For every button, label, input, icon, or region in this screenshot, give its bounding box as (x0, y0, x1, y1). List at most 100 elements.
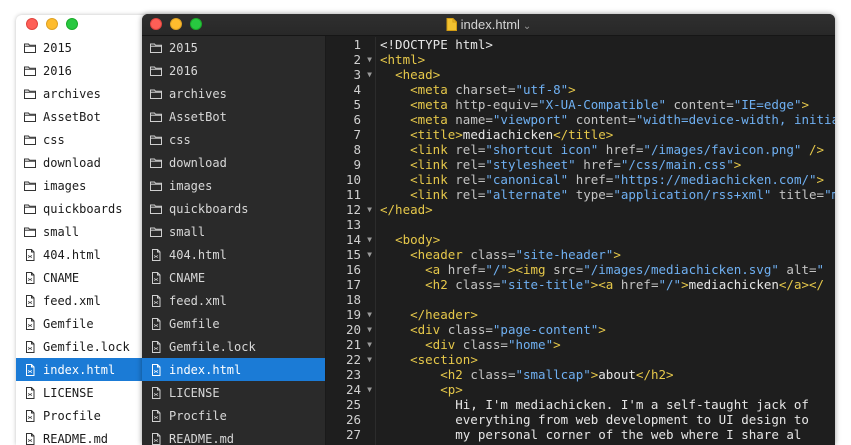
window-title[interactable]: index.html ⌄ (142, 17, 835, 34)
folder-icon (24, 180, 36, 192)
fold-arrow-icon[interactable]: ▼ (367, 352, 372, 367)
code-line[interactable]: <link rel="shortcut icon" href="/images/… (377, 142, 835, 157)
sidebar-folder-item[interactable]: AssetBot (142, 105, 325, 128)
code-line[interactable]: <header class="site-header"> (377, 247, 835, 262)
chevron-down-icon[interactable]: ⌄ (523, 21, 531, 32)
file-icon (24, 432, 36, 445)
sidebar-folder-item[interactable]: quickboards (142, 197, 325, 220)
sidebar-file-item[interactable]: index.html (142, 358, 325, 381)
code-line[interactable]: <meta http-equiv="X-UA-Compatible" conte… (377, 97, 835, 112)
sidebar-file-item[interactable]: Gemfile (142, 312, 325, 335)
sidebar-file-item[interactable]: README.md (142, 427, 325, 445)
zoom-button[interactable] (66, 18, 78, 30)
code-line[interactable]: <body> (377, 232, 835, 247)
sidebar-folder-item[interactable]: 2015 (142, 36, 325, 59)
sidebar-file-item[interactable]: LICENSE (142, 381, 325, 404)
code-token-attr: href= (575, 157, 621, 172)
line-number-text: 18 (345, 292, 361, 307)
fold-arrow-icon[interactable]: ▼ (367, 322, 372, 337)
sidebar-file-item[interactable]: CNAME (142, 266, 325, 289)
line-number-text: 1 (353, 37, 361, 52)
line-number: 24 ▼ (326, 382, 375, 397)
sidebar-file-item[interactable]: 404.html (142, 243, 325, 266)
code-line[interactable]: <link rel="alternate" type="application/… (377, 187, 835, 202)
code-editor[interactable]: 1 2 ▼ 3 ▼ 4 5 6 7 8 9 10 11 12 ▼ 13 14 ▼ 15 ▼ 16 17 18 19 ▼ 20 ▼ 21… (326, 36, 835, 445)
code-line[interactable]: <p> (377, 382, 835, 397)
fold-arrow-icon[interactable]: ▼ (367, 382, 372, 397)
code-line[interactable]: <h2 class="smallcap">about</h2> (377, 367, 835, 382)
minimize-button[interactable] (46, 18, 58, 30)
sidebar-item-label: 2016 (43, 63, 72, 78)
code-area[interactable]: <!DOCTYPE html> <html> <head> <meta chars… (377, 37, 835, 445)
folder-icon (24, 226, 36, 238)
code-line[interactable]: </header> (377, 307, 835, 322)
code-line[interactable]: <meta name="viewport" content="width=dev… (377, 112, 835, 127)
sidebar-item-label: 2015 (43, 40, 72, 55)
fold-arrow-icon[interactable]: ▼ (367, 202, 372, 217)
sidebar-item-label: download (169, 155, 227, 170)
code-line[interactable]: <div class="home"> (377, 337, 835, 352)
title-bar[interactable]: index.html ⌄ (142, 14, 835, 36)
fold-arrow-icon[interactable]: ▼ (367, 247, 372, 262)
code-line[interactable]: <h2 class="site-title"><a href="/">media… (377, 277, 835, 292)
fold-arrow-icon[interactable]: ▼ (367, 232, 372, 247)
code-token-tag: <head> (395, 67, 441, 82)
fold-arrow-icon[interactable]: ▼ (367, 52, 372, 67)
code-token-str: "site-title" (500, 277, 591, 292)
code-line[interactable]: <section> (377, 352, 835, 367)
code-line[interactable] (377, 292, 835, 307)
code-token-tag: <h2 (440, 367, 471, 382)
sidebar-folder-item[interactable]: download (142, 151, 325, 174)
sidebar-folder-item[interactable]: 2016 (142, 59, 325, 82)
code-line[interactable]: my personal corner of the web where I sh… (377, 427, 835, 442)
fold-arrow-icon[interactable]: ▼ (367, 67, 372, 82)
sidebar-file-item[interactable]: feed.xml (142, 289, 325, 312)
fold-arrow-icon[interactable]: ▼ (367, 337, 372, 352)
folder-icon (24, 65, 36, 77)
line-number-text: 25 (345, 397, 361, 412)
code-token-tag: <div (425, 337, 463, 352)
code-token-str: "width=device-width, initia (635, 112, 835, 127)
fold-arrow-icon[interactable]: ▼ (367, 307, 372, 322)
code-line[interactable]: <link rel="stylesheet" href="/css/main.c… (377, 157, 835, 172)
sidebar-folder-item[interactable]: archives (142, 82, 325, 105)
line-number: 19 ▼ (326, 307, 375, 322)
code-token-tag: <link (410, 142, 456, 157)
sidebar-item-label: quickboards (169, 201, 249, 216)
code-token-attr: type= (568, 187, 614, 202)
code-line[interactable]: <!DOCTYPE html> (377, 37, 835, 52)
line-number: 16 (326, 262, 375, 277)
code-line[interactable]: <div class="page-content"> (377, 322, 835, 337)
sidebar-item-label: CNAME (169, 270, 206, 285)
code-line[interactable]: <head> (377, 67, 835, 82)
sidebar-file-item[interactable]: Procfile (142, 404, 325, 427)
file-icon (150, 363, 162, 376)
code-line[interactable]: <link rel="canonical" href="https://medi… (377, 172, 835, 187)
close-button[interactable] (26, 18, 38, 30)
sidebar-folder-item[interactable]: images (142, 174, 325, 197)
code-line[interactable]: <html> (377, 52, 835, 67)
code-line[interactable] (377, 217, 835, 232)
line-number: 20 ▼ (326, 322, 375, 337)
folder-icon (24, 88, 36, 100)
code-line[interactable]: <meta charset="utf-8"> (377, 82, 835, 97)
code-line[interactable]: <a href="/"><img src="/images/mediachick… (377, 262, 835, 277)
sidebar-folder-item[interactable]: css (142, 128, 325, 151)
sidebar-file-item[interactable]: Gemfile.lock (142, 335, 325, 358)
code-line[interactable]: </head> (377, 202, 835, 217)
sidebar-folder-item[interactable]: small (142, 220, 325, 243)
code-line[interactable]: everything from web development to UI de… (377, 412, 835, 427)
line-number-text: 5 (353, 97, 361, 112)
code-line[interactable]: Hi, I'm mediachicken. I'm a self-taught … (377, 397, 835, 412)
line-number-text: 11 (345, 187, 361, 202)
editor-window[interactable]: index.html ⌄ 2015 2016 archives AssetBot css d… (142, 14, 835, 445)
file-icon (150, 409, 162, 422)
folder-icon (24, 42, 36, 54)
code-line[interactable]: <title>mediachicken</title> (377, 127, 835, 142)
